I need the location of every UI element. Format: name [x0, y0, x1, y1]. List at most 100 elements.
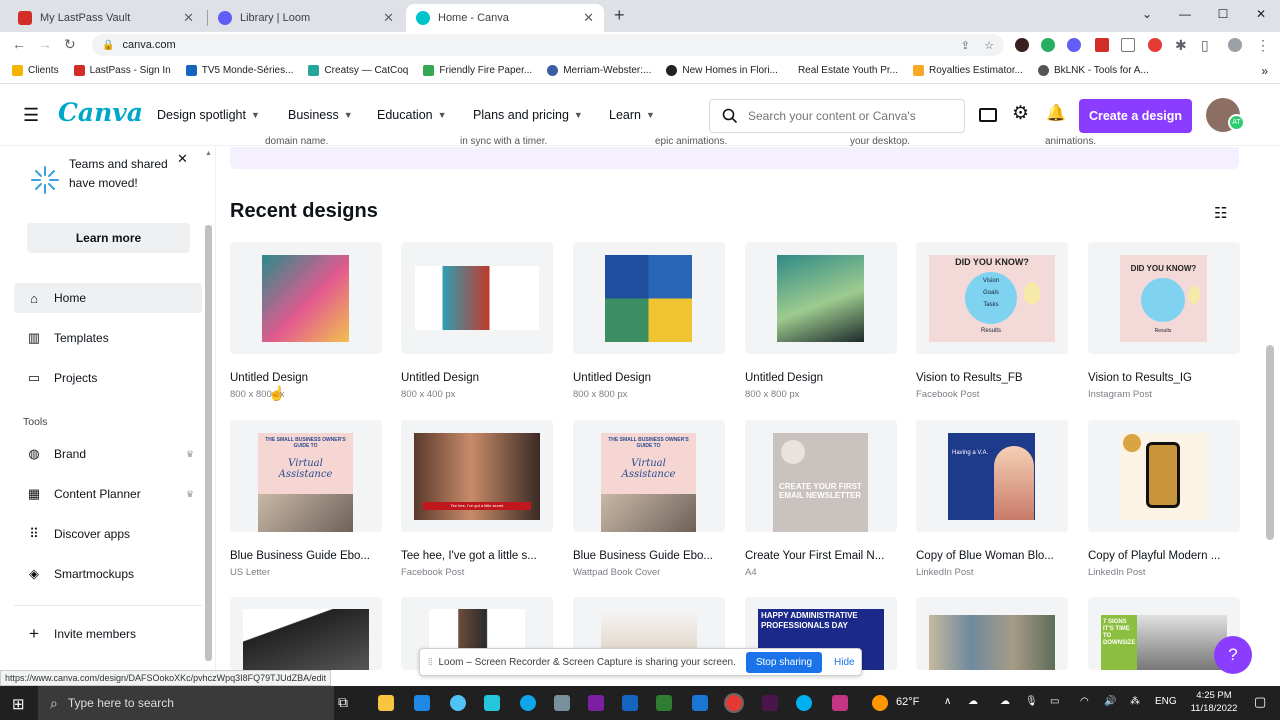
volume-icon[interactable]: 🔊: [1104, 696, 1116, 707]
design-thumbnail[interactable]: Tee hee, I've got a little secret: [401, 420, 553, 532]
slack-icon[interactable]: [762, 695, 778, 711]
tab-lastpass[interactable]: My LastPass Vault ✕: [8, 4, 204, 32]
design-card[interactable]: Untitled Design 800 x 800 px: [745, 242, 897, 400]
weather-icon[interactable]: [872, 695, 888, 711]
omnibox[interactable]: 🔒 canva.com ⇪ ☆: [92, 34, 1004, 56]
learn-more-button[interactable]: Learn more: [27, 223, 190, 253]
word-icon[interactable]: [622, 695, 638, 711]
tab-search-icon[interactable]: ⌄: [1128, 0, 1166, 28]
excel-icon[interactable]: [656, 695, 672, 711]
minimize-icon[interactable]: —: [1166, 0, 1204, 28]
back-icon[interactable]: ←: [12, 36, 26, 52]
sidebar-item-brand[interactable]: ◍ Brand ♛: [14, 439, 202, 469]
app-tray-icon[interactable]: ⁂: [1130, 696, 1140, 707]
page-scrollbar[interactable]: [1266, 345, 1274, 540]
weather-temp[interactable]: 62°F: [896, 696, 919, 708]
design-thumbnail[interactable]: DID YOU KNOW? Vision Goals Tasks Results: [916, 242, 1068, 354]
bookmark-creatsy[interactable]: Creatsy — CatCoq: [308, 65, 408, 76]
design-card[interactable]: CREATE YOUR FIRST EMAIL NEWSLETTER Creat…: [745, 420, 897, 578]
cloud-icon[interactable]: ☁: [1000, 696, 1010, 707]
bookmark-bklnk[interactable]: BkLNK - Tools for A...: [1037, 65, 1149, 76]
close-tab-icon[interactable]: ✕: [383, 10, 394, 26]
design-card[interactable]: Untitled Design 800 x 400 px: [401, 242, 553, 400]
create-design-button[interactable]: Create a design: [1079, 99, 1192, 133]
tab-loom[interactable]: Library | Loom ✕: [208, 4, 404, 32]
search-box[interactable]: [709, 99, 965, 133]
bookmark-tv5[interactable]: TV5 Monde-Séries...: [185, 65, 293, 76]
side-panel-icon[interactable]: ▯: [1201, 37, 1209, 54]
desktop-app-icon[interactable]: [979, 108, 997, 122]
close-tab-icon[interactable]: ✕: [183, 10, 194, 26]
bookmark-real-estate[interactable]: Real Estate Youth Pr...: [798, 65, 898, 76]
close-tab-icon[interactable]: ✕: [583, 10, 594, 26]
calculator-icon[interactable]: [554, 695, 570, 711]
sidebar-item-home[interactable]: ⌂ Home: [14, 283, 202, 313]
sidebar-item-smartmockups[interactable]: ◈ Smartmockups: [14, 559, 202, 589]
design-thumbnail[interactable]: [1088, 420, 1240, 532]
bookmark-star-icon[interactable]: ☆: [984, 39, 994, 52]
tab-canva[interactable]: Home - Canva ✕: [406, 4, 604, 32]
design-thumbnail[interactable]: [230, 597, 382, 670]
bookmark-lastpass[interactable]: LastPass - Sign In: [73, 65, 171, 76]
share-icon[interactable]: ⇪: [961, 39, 970, 52]
notifications-bell-icon[interactable]: 🔔: [1046, 103, 1066, 123]
invite-members-button[interactable]: + Invite members: [14, 619, 202, 649]
canva-logo[interactable]: Canva: [58, 98, 143, 127]
bookmark-clients[interactable]: Clients: [12, 65, 59, 76]
forward-icon[interactable]: →: [38, 36, 52, 52]
design-thumbnail[interactable]: [230, 242, 382, 354]
design-card[interactable]: Copy of Playful Modern ... LinkedIn Post: [1088, 420, 1240, 578]
kebab-menu-icon[interactable]: ⋮: [1256, 37, 1270, 54]
close-window-icon[interactable]: ✕: [1242, 0, 1280, 28]
design-card[interactable]: Untitled Design 800 x 800 px: [573, 242, 725, 400]
menu-plans-pricing[interactable]: Plans and pricing ▼: [473, 108, 583, 122]
design-thumbnail[interactable]: Having a V.A.: [916, 420, 1068, 532]
menu-business[interactable]: Business ▼: [288, 108, 353, 122]
design-thumbnail[interactable]: [745, 242, 897, 354]
design-card[interactable]: Having a V.A. Copy of Blue Woman Blo... …: [916, 420, 1068, 578]
bookmarks-overflow-icon[interactable]: »: [1261, 64, 1268, 78]
design-thumbnail[interactable]: CREATE YOUR FIRST EMAIL NEWSLETTER: [745, 420, 897, 532]
file-explorer-icon[interactable]: [378, 695, 394, 711]
windows-start-icon[interactable]: ⊞: [12, 695, 25, 713]
profile-icon[interactable]: [1228, 38, 1242, 52]
design-thumbnail[interactable]: DID YOU KNOW? Results: [1088, 242, 1240, 354]
hide-button[interactable]: Hide: [834, 657, 855, 668]
puzzle-icon[interactable]: ✱: [1175, 37, 1187, 54]
task-view-icon[interactable]: ⧉: [338, 694, 348, 711]
design-card[interactable]: Tee hee, I've got a little secret Tee he…: [401, 420, 553, 578]
new-tab-icon[interactable]: +: [614, 5, 625, 26]
design-card[interactable]: THE SMALL BUSINESS OWNER'S GUIDE TO Virt…: [573, 420, 725, 578]
reload-icon[interactable]: ↻: [64, 36, 76, 53]
menu-design-spotlight[interactable]: Design spotlight ▼: [157, 108, 260, 122]
design-thumbnail[interactable]: [573, 242, 725, 354]
extension-icon[interactable]: [1015, 38, 1029, 52]
design-card[interactable]: DID YOU KNOW? Vision Goals Tasks Results…: [916, 242, 1068, 400]
settings-gear-icon[interactable]: ⚙: [1012, 102, 1029, 125]
loom-extension-icon[interactable]: [1067, 38, 1081, 52]
close-notice-icon[interactable]: ✕: [177, 151, 188, 167]
design-thumbnail[interactable]: [401, 242, 553, 354]
wifi-icon[interactable]: ◠: [1080, 696, 1089, 707]
sidebar-item-projects[interactable]: ▭ Projects: [14, 363, 202, 393]
sidebar-scrollbar[interactable]: [205, 225, 212, 661]
design-card[interactable]: Untitled Design 800 x 800 px: [230, 242, 382, 400]
onedrive-icon[interactable]: ☁: [968, 696, 978, 707]
app-icon[interactable]: [450, 695, 466, 711]
hamburger-menu-icon[interactable]: ☰: [23, 105, 39, 126]
bookmark-new-homes[interactable]: New Homes in Flori...: [666, 65, 778, 76]
stop-sharing-button[interactable]: Stop sharing: [745, 651, 823, 673]
pokeball-extension-icon[interactable]: [1148, 38, 1162, 52]
scroll-up-icon[interactable]: ▲: [205, 150, 212, 157]
sidebar-item-templates[interactable]: ▥ Templates: [14, 323, 202, 353]
bookmark-merriam[interactable]: Merriam-Webster:...: [547, 65, 651, 76]
design-card[interactable]: THE SMALL BUSINESS OWNER'S GUIDE TO Virt…: [230, 420, 382, 578]
battery-icon[interactable]: ▭: [1050, 696, 1059, 707]
design-card[interactable]: DID YOU KNOW? Results Vision to Results_…: [1088, 242, 1240, 400]
lastpass-extension-icon[interactable]: [1095, 38, 1109, 52]
outlook-icon[interactable]: [692, 695, 708, 711]
edge-icon[interactable]: [520, 695, 536, 711]
chrome-icon[interactable]: [726, 695, 742, 711]
app-icon[interactable]: [484, 695, 500, 711]
sidebar-item-content-planner[interactable]: ▦ Content Planner ♛: [14, 479, 202, 509]
